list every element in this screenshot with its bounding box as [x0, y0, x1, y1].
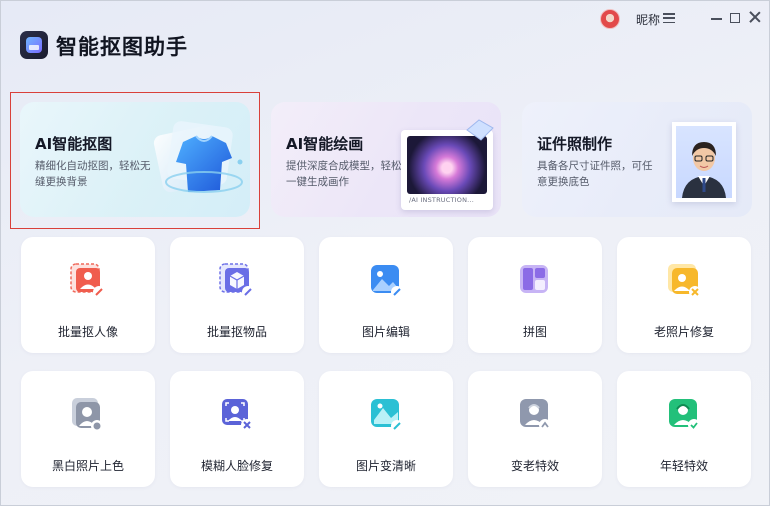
aging-effect-icon: [520, 399, 551, 431]
feature-title: AI智能抠图: [35, 135, 113, 153]
tshirt-icon: [153, 121, 243, 193]
face-repair-icon: [222, 399, 253, 431]
tool-label: 模糊人脸修复: [200, 459, 273, 473]
tool-image-edit[interactable]: 图片编辑: [319, 237, 453, 353]
feature-card-ai-cutout[interactable]: AI智能抠图 精细化自动抠图，轻松无缝更换背景: [20, 102, 250, 217]
artwork-caption: /AI INSTRUCTION...: [409, 196, 474, 204]
maximize-button[interactable]: [730, 13, 740, 23]
tool-label: 批量抠人像: [57, 325, 118, 339]
tool-label: 老照片修复: [653, 325, 714, 339]
tool-old-photo-repair[interactable]: 老照片修复: [617, 237, 751, 353]
close-button[interactable]: [748, 10, 762, 24]
tool-batch-object[interactable]: 批量抠物品: [170, 237, 304, 353]
tool-label: 变老特效: [510, 459, 559, 473]
tool-collage[interactable]: 拼图: [468, 237, 602, 353]
flower-artwork-icon: /AI INSTRUCTION...: [401, 119, 499, 212]
app-title: 智能抠图助手: [56, 35, 188, 59]
tool-label: 批量抠物品: [206, 325, 267, 339]
feature-card-ai-painting[interactable]: AI智能绘画 提供深度合成模型，轻松一键生成画作 /AI INSTRUCTION…: [271, 102, 501, 217]
tool-label: 拼图: [522, 325, 547, 339]
tool-batch-portrait[interactable]: 批量抠人像: [21, 237, 155, 353]
feature-card-id-photo[interactable]: 证件照制作 具备各尺寸证件照，可任意更换底色: [522, 102, 752, 217]
minimize-button[interactable]: [710, 9, 724, 25]
tool-label: 图片编辑: [361, 325, 410, 339]
colorize-photo-icon: [72, 398, 103, 432]
tool-image-enhance[interactable]: 图片变清晰: [319, 371, 453, 487]
tool-face-repair[interactable]: 模糊人脸修复: [170, 371, 304, 487]
user-avatar[interactable]: [600, 9, 620, 29]
tool-label: 黑白照片上色: [51, 459, 124, 473]
tool-colorize-photo[interactable]: 黑白照片上色: [21, 371, 155, 487]
app-logo-icon: [20, 31, 48, 59]
tool-label: 图片变清晰: [355, 459, 416, 473]
tool-aging-effect[interactable]: 变老特效: [468, 371, 602, 487]
tool-youth-effect[interactable]: 年轻特效: [617, 371, 751, 487]
image-edit-icon: [371, 265, 403, 298]
image-enhance-icon: [371, 399, 403, 432]
app-window: 智能抠图助手 昵称 AI智能抠图 精细化自动抠图，轻松无缝更换背景 AI智能绘画…: [0, 0, 770, 506]
feature-desc: 具备各尺寸证件照，可任意更换底色: [537, 160, 653, 188]
user-nickname[interactable]: 昵称: [636, 11, 660, 28]
menu-icon[interactable]: [663, 13, 675, 24]
tool-label: 年轻特效: [659, 459, 708, 473]
feature-title: 证件照制作: [537, 135, 613, 153]
collage-icon: [520, 265, 548, 293]
feature-desc: 精细化自动抠图，轻松无缝更换背景: [35, 160, 151, 188]
batch-object-icon: [219, 263, 254, 298]
id-portrait-icon: [668, 118, 740, 204]
feature-desc: 提供深度合成模型，轻松一键生成画作: [286, 160, 402, 188]
batch-portrait-icon: [70, 263, 105, 298]
youth-effect-icon: [669, 399, 700, 431]
old-photo-repair-icon: [668, 264, 701, 298]
feature-title: AI智能绘画: [286, 135, 364, 153]
